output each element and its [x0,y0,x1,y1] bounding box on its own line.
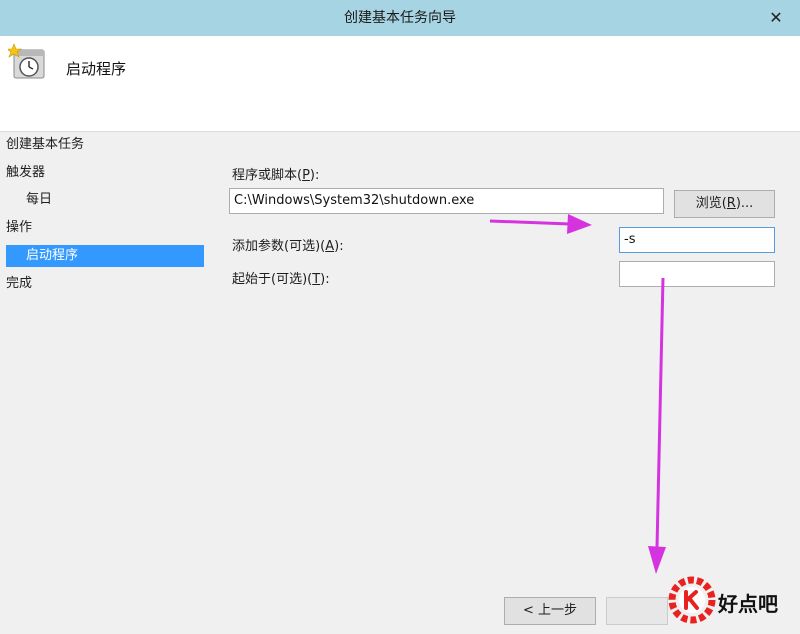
args-label-tail: ): [334,239,344,254]
arrow-to-args-head [567,214,592,234]
next-button[interactable] [606,597,668,625]
program-label-tail: ): [309,168,320,183]
start-in-input[interactable] [619,261,775,287]
title-bar: 创建基本任务向导 ✕ [0,0,800,36]
browse-label-text: 浏览( [695,196,727,211]
browse-label-tail: )... [735,196,754,211]
task-scheduler-clock-icon [8,43,45,79]
step-start-program[interactable]: 启动程序 [6,245,204,267]
watermark: 好点吧 [668,566,800,634]
start-in-label-text: 起始于(可选)( [232,272,313,287]
browse-label-key: R [726,196,736,211]
step-trigger[interactable]: 触发器 [6,162,45,184]
start-in-label-key: T [312,272,321,287]
args-input[interactable]: -s [619,227,775,253]
close-button[interactable]: ✕ [766,8,786,28]
step-create-basic-task[interactable]: 创建基本任务 [6,134,84,156]
watermark-text: 好点吧 [718,592,778,616]
program-label-text: 程序或脚本( [232,168,303,183]
start-in-label: 起始于(可选)(T): [232,268,330,287]
program-label: 程序或脚本(P): [232,164,319,183]
page-title: 启动程序 [66,60,127,78]
step-daily[interactable]: 每日 [26,189,52,211]
step-finish[interactable]: 完成 [6,273,32,295]
program-input[interactable]: C:\Windows\System32\shutdown.exe [229,188,664,214]
window-title: 创建基本任务向导 [344,10,456,26]
arrow-to-next [655,277,665,549]
args-label-key: A [325,239,335,254]
args-label: 添加参数(可选)(A): [232,235,344,254]
args-label-text: 添加参数(可选)( [232,239,326,254]
arrow-to-next-head [648,546,666,574]
step-action[interactable]: 操作 [6,217,32,239]
wizard-steps: 创建基本任务 触发器 每日 操作 启动程序 完成 [0,132,210,634]
program-label-key: P [302,168,310,183]
wizard-header: 启动程序 [0,36,800,132]
start-in-label-tail: ): [320,272,330,287]
browse-button[interactable]: 浏览(R)... [674,190,775,218]
arrow-to-args [489,219,571,226]
watermark-logo-icon [668,576,716,624]
back-button[interactable]: < 上一步 [504,597,596,625]
